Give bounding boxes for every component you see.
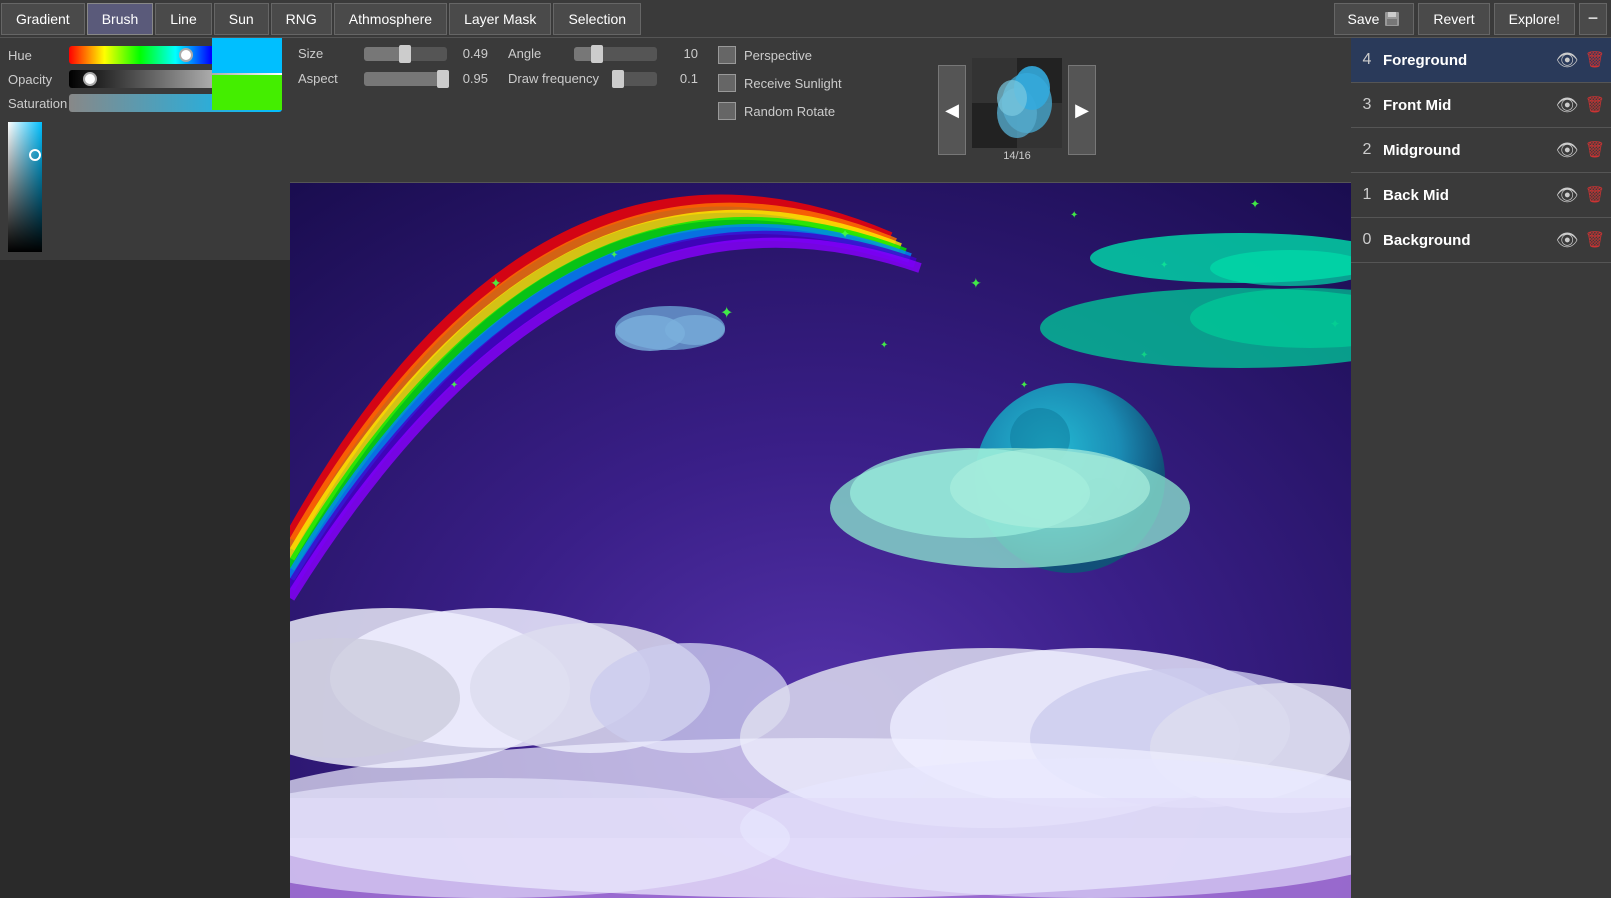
aspect-label: Aspect	[298, 71, 358, 86]
delete-icon-foreground[interactable]: 🗑	[1585, 50, 1605, 70]
draw-freq-value: 0.1	[663, 71, 698, 86]
layer-num-2: 2	[1357, 141, 1377, 159]
saturation-label: Saturation	[8, 96, 63, 111]
eye-icon-midground[interactable]: 👁	[1556, 140, 1579, 161]
brush-btn[interactable]: Brush	[87, 3, 154, 35]
layer-row-background[interactable]: 0 Background 👁 🗑	[1351, 218, 1611, 263]
angle-controls: Angle 10 Draw frequency 0.1	[508, 46, 698, 174]
draw-freq-slider[interactable]	[614, 72, 657, 86]
brush-count: 14/16	[972, 150, 1062, 162]
line-btn[interactable]: Line	[155, 3, 211, 35]
svg-text:✦: ✦	[840, 227, 850, 241]
explore-button[interactable]: Explore!	[1494, 3, 1575, 35]
brush-controls: Size 0.49 Aspect 0.95	[298, 46, 488, 174]
aspect-value: 0.95	[453, 71, 488, 86]
svg-text:✦: ✦	[1020, 380, 1028, 391]
receive-sunlight-label[interactable]: Receive Sunlight	[744, 76, 842, 91]
layer-row-back-mid[interactable]: 1 Back Mid 👁 🗑	[1351, 173, 1611, 218]
svg-text:✦: ✦	[450, 380, 458, 391]
angle-label: Angle	[508, 46, 568, 61]
angle-slider[interactable]	[574, 47, 657, 61]
size-label: Size	[298, 46, 358, 61]
delete-icon-front-mid[interactable]: 🗑	[1585, 95, 1605, 115]
perspective-label[interactable]: Perspective	[744, 48, 812, 63]
opacity-label: Opacity	[8, 72, 63, 87]
random-rotate-checkbox[interactable]	[718, 102, 736, 120]
size-value: 0.49	[453, 46, 488, 61]
svg-text:✦: ✦	[880, 340, 888, 351]
gradient-btn[interactable]: Gradient	[1, 3, 85, 35]
brush-thumbnail	[972, 58, 1062, 148]
eye-icon-background[interactable]: 👁	[1556, 230, 1579, 251]
layer-name-background: Background	[1383, 232, 1550, 249]
color-picker[interactable]	[8, 122, 42, 252]
atmosphere-btn[interactable]: Athmosphere	[334, 3, 447, 35]
thumbnail-svg	[972, 58, 1062, 148]
layer-num-1: 1	[1357, 186, 1377, 204]
svg-text:✦: ✦	[720, 305, 733, 322]
rng-btn[interactable]: RNG	[271, 3, 332, 35]
angle-value: 10	[663, 46, 698, 61]
receive-sunlight-checkbox[interactable]	[718, 74, 736, 92]
minimize-button[interactable]: −	[1579, 3, 1607, 35]
layer-name-front-mid: Front Mid	[1383, 97, 1550, 114]
hue-label: Hue	[8, 48, 63, 63]
svg-text:✦: ✦	[970, 275, 982, 291]
mid-panel: Size 0.49 Aspect 0.95 Angle 10	[290, 38, 1351, 183]
sun-btn[interactable]: Sun	[214, 3, 269, 35]
left-panel: Hue Opacity Saturation Colors	[0, 38, 290, 260]
perspective-checkbox[interactable]	[718, 46, 736, 64]
eye-icon-back-mid[interactable]: 👁	[1556, 185, 1579, 206]
delete-icon-background[interactable]: 🗑	[1585, 230, 1605, 250]
layer-num-0: 0	[1357, 231, 1377, 249]
draw-freq-label: Draw frequency	[508, 71, 608, 86]
layer-num-3: 3	[1357, 96, 1377, 114]
revert-button[interactable]: Revert	[1418, 3, 1489, 35]
svg-text:✦: ✦	[490, 275, 502, 291]
layer-row-midground[interactable]: 2 Midground 👁 🗑	[1351, 128, 1611, 173]
layer-num-4: 4	[1357, 51, 1377, 69]
next-brush-btn[interactable]: ▶	[1068, 65, 1096, 155]
layer-name-midground: Midground	[1383, 142, 1550, 159]
layer-mask-btn[interactable]: Layer Mask	[449, 3, 551, 35]
aspect-slider[interactable]	[364, 72, 447, 86]
size-slider[interactable]	[364, 47, 447, 61]
random-rotate-label[interactable]: Random Rotate	[744, 104, 835, 119]
secondary-color-swatch[interactable]	[212, 75, 282, 110]
delete-icon-midground[interactable]: 🗑	[1585, 140, 1605, 160]
delete-icon-back-mid[interactable]: 🗑	[1585, 185, 1605, 205]
svg-text:✦: ✦	[610, 250, 618, 261]
layer-row-foreground[interactable]: 4 Foreground 👁 🗑	[1351, 38, 1611, 83]
save-button[interactable]: Save	[1334, 3, 1414, 35]
layers-panel: 4 Foreground 👁 🗑 3 Front Mid 👁 🗑 2 Midgr…	[1351, 38, 1611, 898]
layer-name-foreground: Foreground	[1383, 52, 1550, 69]
layer-row-front-mid[interactable]: 3 Front Mid 👁 🗑	[1351, 83, 1611, 128]
thumbnail-nav: ◀ 14/16 ▶	[938, 46, 1096, 174]
prev-brush-btn[interactable]: ◀	[938, 65, 966, 155]
toolbar: Gradient Brush Line Sun RNG Athmosphere …	[0, 0, 1611, 38]
svg-text:✦: ✦	[1070, 210, 1078, 221]
save-label: Save	[1347, 11, 1379, 27]
eye-icon-front-mid[interactable]: 👁	[1556, 95, 1579, 116]
options: Perspective Receive Sunlight Random Rota…	[718, 46, 918, 174]
layer-name-back-mid: Back Mid	[1383, 187, 1550, 204]
eye-icon-foreground[interactable]: 👁	[1556, 50, 1579, 71]
selection-btn[interactable]: Selection	[553, 3, 641, 35]
svg-text:✦: ✦	[1250, 197, 1260, 211]
save-icon	[1383, 10, 1401, 28]
